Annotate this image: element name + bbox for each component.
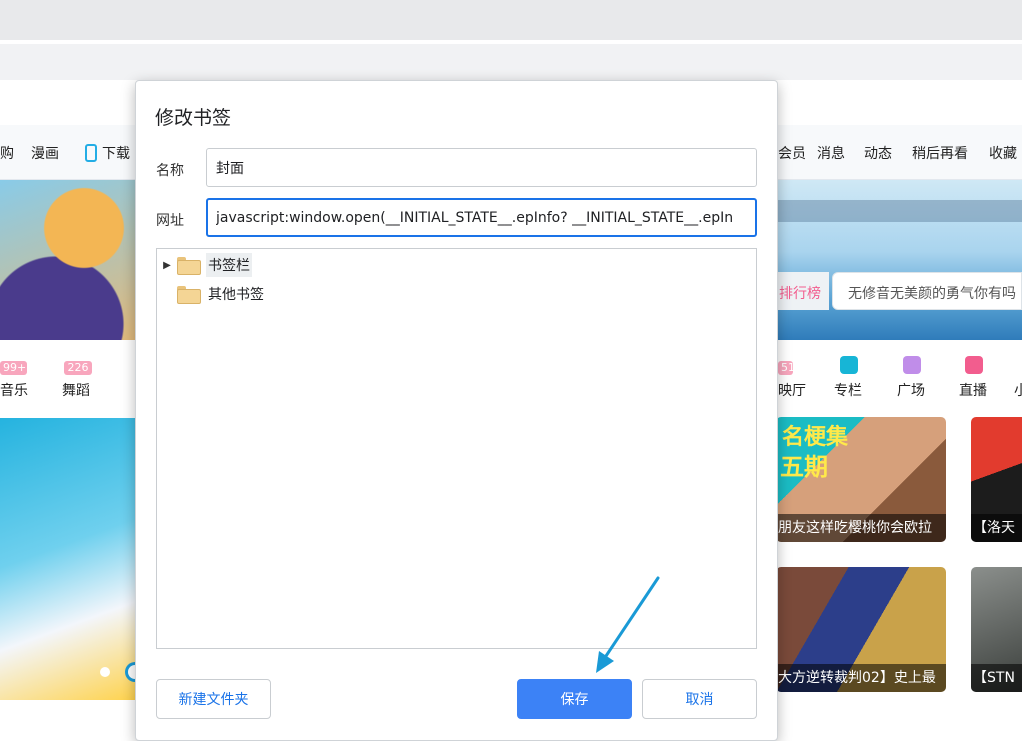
name-label: 名称 — [156, 163, 184, 179]
folder-icon — [177, 257, 201, 275]
annotation-arrow-icon — [596, 576, 660, 673]
category-dance[interactable]: 舞蹈 — [62, 380, 90, 400]
rank-label[interactable]: 排行榜 — [779, 283, 821, 303]
video-title[interactable]: 【洛天 — [971, 514, 1022, 542]
live-camera-icon — [965, 356, 983, 374]
banner-illustration — [0, 180, 140, 340]
nav-item-favorites[interactable]: 收藏 — [989, 143, 1017, 163]
folder-tree[interactable]: ▶ 书签栏 其他书签 — [156, 248, 757, 649]
category-badge: 226 — [64, 361, 92, 375]
phone-icon — [85, 144, 97, 162]
nav-item-messages[interactable]: 消息 — [817, 143, 845, 163]
thumbnail-overlay-subtext: 五期 — [780, 453, 828, 481]
browser-tab-strip — [0, 0, 1022, 40]
nav-item-vip[interactable]: 会员 — [778, 143, 806, 163]
video-thumbnail[interactable]: 【洛天 — [971, 417, 1022, 542]
nav-item-dynamics[interactable]: 动态 — [864, 143, 892, 163]
category-music[interactable]: 音乐 — [0, 380, 28, 400]
folder-label-bookmarks-bar[interactable]: 书签栏 — [206, 253, 252, 277]
new-folder-button[interactable]: 新建文件夹 — [156, 679, 271, 719]
nav-item-purchase[interactable]: 购 — [0, 143, 14, 163]
category-more[interactable]: 小 — [1014, 380, 1022, 400]
folder-tree-item[interactable]: 其他书签 — [160, 281, 756, 307]
column-icon — [840, 356, 858, 374]
search-placeholder: 无修音无美颜的勇气你有吗 — [848, 286, 1016, 302]
category-badge: 99+ — [0, 361, 27, 375]
folder-tree-item[interactable]: ▶ 书签栏 — [160, 252, 756, 278]
video-thumbnail[interactable]: 【STN — [971, 567, 1022, 692]
folder-label-other-bookmarks[interactable]: 其他书签 — [206, 282, 266, 306]
square-icon — [903, 356, 921, 374]
category-column[interactable]: 专栏 — [834, 380, 862, 400]
url-label: 网址 — [156, 213, 184, 229]
folder-icon — [177, 286, 201, 304]
video-title[interactable]: 【STN — [971, 664, 1022, 692]
nav-item-manga[interactable]: 漫画 — [31, 143, 59, 163]
nav-item-download[interactable]: 下载 — [102, 143, 130, 163]
browser-toolbar — [0, 44, 1022, 80]
category-cinema[interactable]: 映厅 — [778, 380, 806, 400]
carousel-image[interactable] — [0, 418, 140, 700]
nav-item-watch-later[interactable]: 稍后再看 — [912, 143, 968, 163]
cancel-button[interactable]: 取消 — [642, 679, 757, 719]
carousel-dot[interactable] — [100, 667, 110, 677]
banner-bridge — [778, 200, 1022, 222]
video-title[interactable]: 朋友这样吃樱桃你会欧拉 — [776, 514, 946, 542]
category-square[interactable]: 广场 — [897, 380, 925, 400]
save-button[interactable]: 保存 — [517, 679, 632, 719]
bookmark-url-input[interactable] — [206, 198, 757, 237]
bookmark-name-input[interactable] — [206, 148, 757, 187]
video-thumbnail[interactable]: 名梗集 五期 朋友这样吃樱桃你会欧拉 — [776, 417, 946, 542]
video-title[interactable]: 大方逆转裁判02】史上最 — [776, 664, 946, 692]
dialog-title: 修改书签 — [155, 107, 232, 129]
video-thumbnail[interactable]: 大方逆转裁判02】史上最 — [776, 567, 946, 692]
expand-arrow-icon[interactable]: ▶ — [160, 260, 174, 271]
category-live[interactable]: 直播 — [959, 380, 987, 400]
category-badge: 51 — [778, 361, 795, 375]
